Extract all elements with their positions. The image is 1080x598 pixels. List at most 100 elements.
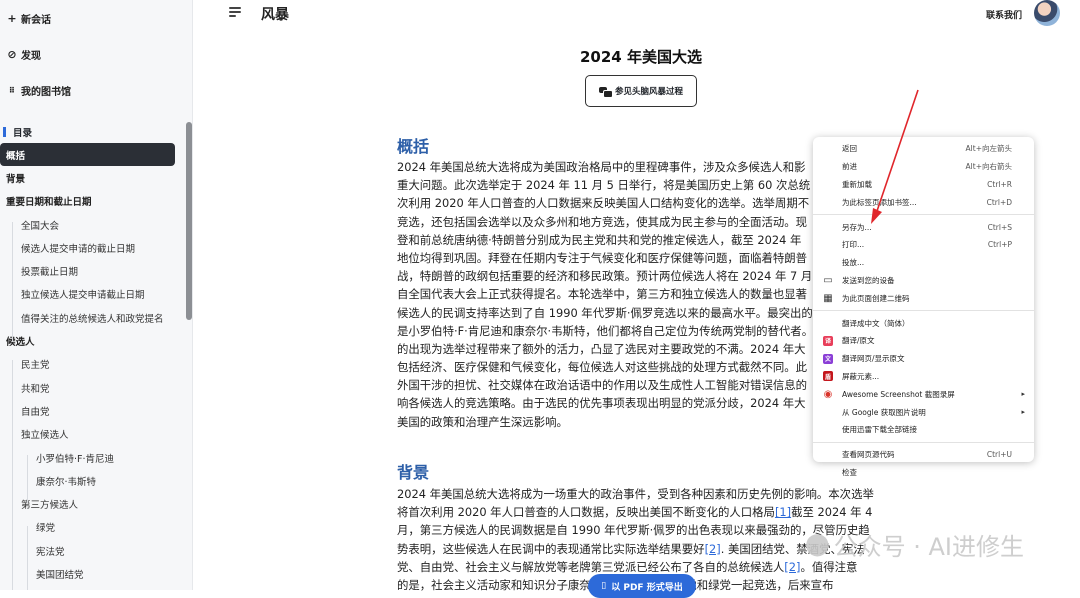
menu-item-label: 从 Google 获取图片说明	[842, 407, 926, 417]
toc-guide-line	[27, 455, 28, 503]
export-pdf-button[interactable]: ▯ 以 PDF 形式导出	[588, 574, 696, 598]
adblock-icon: 盾	[823, 371, 833, 382]
new-chat-button[interactable]: + 新会话	[0, 0, 192, 36]
menu-icon[interactable]	[229, 7, 241, 17]
discover-label: 发现	[21, 50, 41, 62]
menu-separator	[813, 441, 1034, 443]
context-menu-item[interactable]: 文翻译网页/显示原文	[813, 350, 1034, 368]
context-menu-item[interactable]: 检查	[813, 464, 1034, 482]
submenu-arrow-icon: ▸	[1021, 408, 1025, 417]
menu-item-label: 使用迅雷下载全部链接	[842, 425, 917, 435]
wechat-icon: ⬤	[805, 532, 830, 557]
toc-item[interactable]: 独立候选人提交申请截止日期	[0, 283, 192, 306]
context-menu-item[interactable]: 盾屏蔽元素...	[813, 368, 1034, 386]
toc-item[interactable]: 小罗伯特·F·肯尼迪	[0, 446, 192, 469]
plus-icon: +	[7, 11, 17, 25]
toc-item[interactable]: 概括	[0, 143, 175, 167]
translate-page-icon: 文	[823, 353, 833, 364]
brand-title: 风暴	[261, 7, 289, 23]
context-menu-item[interactable]: 打印... Ctrl+P	[813, 236, 1034, 254]
toc-item[interactable]: 独立候选人	[0, 423, 192, 446]
citation-link[interactable]: [1]	[775, 505, 791, 519]
red-arrow-annotation	[871, 89, 919, 224]
new-chat-label: 新会话	[21, 14, 51, 26]
line-text: 将首次利用 2020 年人口普查的人口数据，反映出美国不断变化的人口格局	[397, 505, 775, 520]
mindmap-button[interactable]: 参见头脑风暴过程	[585, 75, 697, 107]
menu-item-label: 返回	[842, 144, 857, 154]
toc-title: 目录	[13, 127, 33, 139]
toc-item[interactable]: 民主党	[0, 353, 192, 376]
menu-item-shortcut: Alt+向左箭头	[965, 144, 1012, 154]
discover-button[interactable]: ⊘ 发现	[0, 36, 192, 72]
menu-item-shortcut: Ctrl+S	[987, 222, 1012, 232]
menu-separator	[813, 310, 1034, 312]
context-menu-item[interactable]: 译翻译/原文	[813, 332, 1034, 350]
toc-item[interactable]: 重要日期和截止日期	[0, 190, 192, 213]
library-button[interactable]: ⠿ 我的图书馆	[0, 72, 192, 108]
menu-item-label: 屏蔽元素...	[842, 371, 880, 381]
table-of-contents: 概括 背景 重要日期和截止日期 全国大会 候选人提交申请的截止日期 投票截止日期 独立候选人…	[0, 143, 192, 586]
chat-icon	[598, 86, 613, 98]
line-text: 月，第三方候选人的民调数据是自 1990 年代罗斯·佩罗的出色表现以来最强劲的，…	[397, 523, 870, 538]
page-title: 2024 年美国大选	[580, 48, 702, 66]
section-heading-summary: 概括	[397, 137, 430, 156]
menu-item-shortcut: Ctrl+D	[986, 197, 1012, 207]
citation-link[interactable]: [2]	[705, 542, 721, 556]
toc-item[interactable]: 全国大会	[0, 213, 192, 236]
line-text: 党、自由党、社会主义与解放党等老牌第三党派已经公布了各自的总统候选人	[397, 559, 785, 574]
compass-icon: ⊘	[7, 47, 17, 61]
menu-item-label: 发送到您的设备	[842, 275, 895, 285]
menu-item-shortcut: Ctrl+U	[986, 450, 1012, 460]
line-text: 截至 2024 年 4	[791, 505, 873, 520]
menu-item-label: 翻译网页/显示原文	[842, 354, 905, 364]
menu-item-label: 打印...	[842, 240, 865, 250]
menu-item-shortcut: Ctrl+R	[987, 179, 1012, 189]
submenu-arrow-icon: ▸	[1021, 390, 1025, 399]
avatar[interactable]	[1034, 0, 1060, 26]
context-menu-item[interactable]: ▦ 为此页面创建二维码	[813, 289, 1034, 307]
watermark: ⬤ 公众号 · AI进修生	[805, 527, 1024, 562]
grid-icon: ⠿	[8, 85, 16, 95]
context-menu-item[interactable]: 查看网页源代码 Ctrl+U	[813, 446, 1034, 464]
sidebar-scrollbar[interactable]	[186, 122, 192, 320]
menu-item-label: 前进	[842, 162, 857, 172]
menu-item-label: 查看网页源代码	[842, 450, 895, 460]
toc-item[interactable]: 宪法党	[0, 539, 192, 562]
toc-item[interactable]: 自由党	[0, 399, 192, 422]
context-menu-item[interactable]: 使用迅雷下载全部链接	[813, 421, 1034, 439]
toc-item[interactable]: 候选人	[0, 329, 192, 352]
menu-item-label: 翻译/原文	[842, 336, 875, 346]
toc-item[interactable]: 第三方候选人	[0, 492, 192, 515]
library-label: 我的图书馆	[21, 86, 71, 98]
context-menu-item[interactable]: 投放...	[813, 254, 1034, 272]
toc-header: 目录	[0, 120, 192, 143]
export-pdf-label: 以 PDF 形式导出	[611, 582, 683, 593]
menu-item-label: 翻译成中文（简体）	[842, 318, 910, 328]
context-menu-item[interactable]: 从 Google 获取图片说明 ▸	[813, 403, 1034, 421]
mindmap-button-label: 参见头脑风暴过程	[614, 87, 683, 97]
contact-link[interactable]: 联系我们	[986, 8, 1022, 21]
line-text: 势表明，这些候选人在民调中的表现通常比实际选举结果要好	[397, 541, 705, 556]
section-heading-background: 背景	[397, 463, 430, 482]
toc-item[interactable]: 背景	[0, 166, 192, 189]
menu-item-label: 为此页面创建二维码	[842, 293, 910, 303]
toc-item[interactable]: 绿党	[0, 516, 192, 539]
paragraph-line: 2024 年美国总统大选将成为一场重大的政治事件，受到各种因素和历史先例的影响。…	[397, 485, 890, 503]
toc-item[interactable]: 值得关注的总统候选人和政党提名	[0, 306, 192, 329]
toc-item[interactable]: 美国团结党	[0, 562, 192, 585]
toc-item[interactable]: 候选人提交申请的截止日期	[0, 236, 192, 259]
toc-guide-line	[12, 360, 13, 590]
citation-link[interactable]: [2]	[784, 560, 800, 574]
toc-guide-line	[27, 526, 28, 590]
watermark-text: 公众号 · AI进修生	[833, 533, 1025, 561]
toc-item[interactable]: 共和党	[0, 376, 192, 399]
context-menu-item[interactable]: ▭ 发送到您的设备	[813, 272, 1034, 290]
toc-guide-line	[12, 222, 13, 342]
top-bar: 风暴 联系我们	[193, 0, 1080, 28]
sidebar: + 新会话 ⊘ 发现 ⠿ 我的图书馆 目录 概括 背景 重要日期和截止日期 全国大会候…	[0, 0, 193, 590]
context-menu-item[interactable]: ◉ Awesome Screenshot 截图录屏 ▸	[813, 385, 1034, 403]
paragraph-line: 将首次利用 2020 年人口普查的人口数据，反映出美国不断变化的人口格局[1]截…	[397, 503, 890, 521]
toc-item[interactable]: 康奈尔·韦斯特	[0, 469, 192, 492]
context-menu-item[interactable]: 翻译成中文（简体）	[813, 314, 1034, 332]
toc-item[interactable]: 投票截止日期	[0, 259, 192, 282]
